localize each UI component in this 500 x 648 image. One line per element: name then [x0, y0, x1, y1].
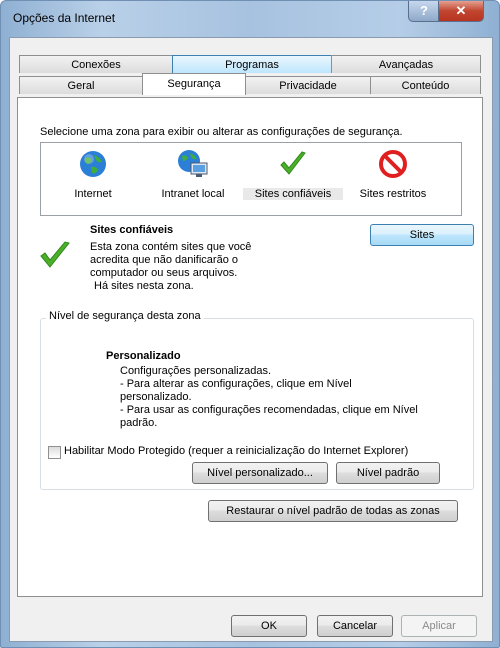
apply-button[interactable]: Aplicar — [401, 615, 477, 637]
tab-seguranca[interactable]: Segurança — [142, 73, 246, 95]
tab-privacidade[interactable]: Privacidade — [245, 76, 371, 94]
tab-conteudo[interactable]: Conteúdo — [370, 76, 481, 94]
level-description: Configurações personalizadas. - Para alt… — [120, 365, 418, 430]
zone-heading: Sites confiáveis — [90, 224, 174, 236]
green-check-icon — [280, 151, 306, 175]
selected-zone-check-icon — [40, 241, 70, 268]
level-description-line: - Para usar as configurações recomendada… — [120, 404, 418, 416]
restricted-icon — [379, 150, 407, 178]
tab-avancadas[interactable]: Avançadas — [331, 55, 481, 73]
close-button[interactable]: ✕ — [438, 1, 484, 22]
ok-button[interactable]: OK — [231, 615, 307, 637]
zone-description-line: acredita que não danificarão o — [90, 254, 238, 266]
zone-intranet-local[interactable]: Intranet local — [143, 149, 243, 200]
window-title: Opções da Internet — [13, 11, 116, 25]
sites-button[interactable]: Sites — [370, 224, 474, 246]
level-description-line: personalizado. — [120, 391, 192, 403]
default-level-button[interactable]: Nível padrão — [336, 462, 440, 484]
globe-icon — [80, 151, 106, 177]
zone-sites-restritos[interactable]: Sites restritos — [343, 149, 443, 200]
protected-mode-label[interactable]: Habilitar Modo Protegido (requer a reini… — [64, 445, 408, 457]
zone-sites-confiaveis[interactable]: Sites confiáveis — [243, 149, 343, 200]
level-description-line: padrão. — [120, 417, 158, 429]
zone-list[interactable]: Internet Intranet local Sites confiáveis — [40, 142, 462, 216]
zone-description-line: Esta zona contém sites que você — [90, 241, 252, 253]
security-level-legend: Nível de segurança desta zona — [46, 310, 204, 322]
help-button[interactable]: ? — [408, 1, 440, 22]
zone-label: Intranet local — [161, 188, 225, 200]
tab-conexoes[interactable]: Conexões — [19, 55, 173, 73]
intranet-icon — [178, 150, 208, 177]
dialog-window: Opções da Internet ? ✕ Conexões Programa… — [0, 0, 500, 648]
level-description-line: Configurações personalizadas. — [120, 365, 272, 377]
custom-level-button[interactable]: Nível personalizado... — [192, 462, 328, 484]
zone-label: Sites confiáveis — [243, 188, 343, 200]
restore-all-zones-button[interactable]: Restaurar o nível padrão de todas as zon… — [208, 500, 458, 522]
zone-internet[interactable]: Internet — [43, 149, 143, 200]
tab-programas[interactable]: Programas — [172, 55, 332, 73]
tab-geral[interactable]: Geral — [19, 76, 143, 94]
level-description-line: - Para alterar as configurações, clique … — [120, 378, 352, 390]
zone-instruction: Selecione uma zona para exibir ou altera… — [40, 126, 403, 138]
title-bar[interactable]: Opções da Internet ? ✕ — [1, 1, 499, 35]
zone-label: Internet — [74, 188, 112, 200]
zone-description-line: computador ou seus arquivos. — [90, 267, 238, 279]
security-tab-panel: Selecione uma zona para exibir ou altera… — [17, 97, 483, 597]
zone-description-line: Há sites nesta zona. — [94, 280, 194, 292]
zone-description: Esta zona contém sites que você acredita… — [90, 241, 251, 293]
protected-mode-checkbox[interactable] — [48, 446, 61, 459]
cancel-button[interactable]: Cancelar — [317, 615, 393, 637]
zone-label: Sites restritos — [359, 188, 427, 200]
level-name: Personalizado — [106, 350, 181, 362]
